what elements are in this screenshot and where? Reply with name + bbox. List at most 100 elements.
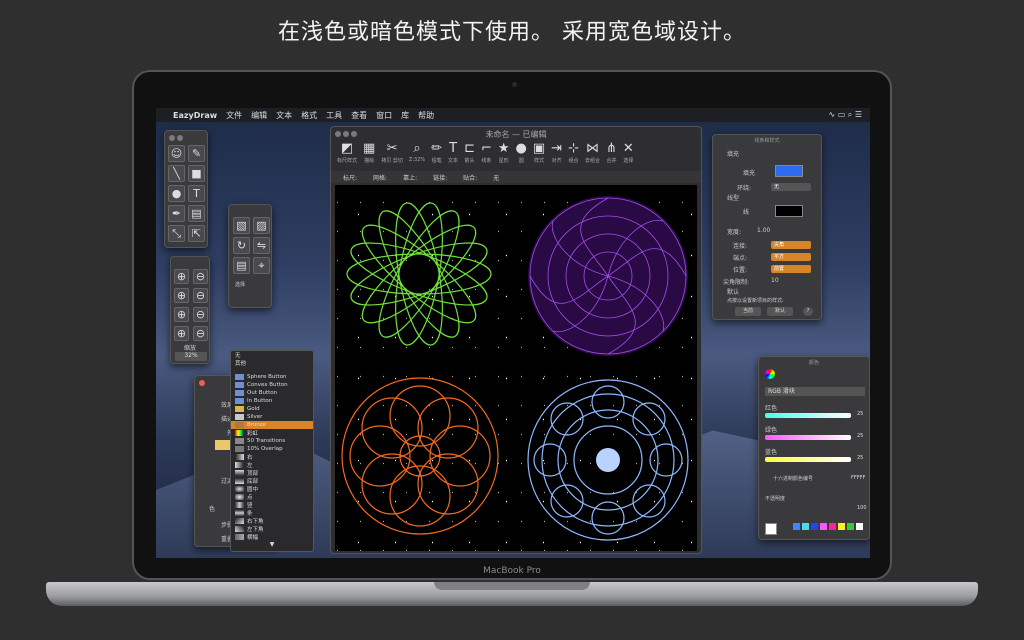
ruler-option[interactable]: 标尺: — [343, 173, 357, 182]
toolbar-button[interactable]: ★ 星形 — [498, 141, 510, 167]
toolbar-button[interactable]: ⋈ 去组合 — [585, 141, 600, 167]
help-button[interactable]: ? — [803, 307, 813, 316]
zoom-out-icon[interactable]: ⊖ — [193, 269, 208, 284]
opacity-value[interactable]: 100 — [857, 505, 867, 511]
menu-item[interactable]: 横幅 — [231, 533, 313, 541]
select-radio[interactable]: 选择 — [235, 281, 245, 288]
green-slider[interactable] — [765, 435, 851, 440]
menu-item[interactable]: 50 Transitions — [231, 437, 313, 445]
group-tool-icon[interactable]: ▧ — [233, 217, 250, 234]
close-icon[interactable] — [169, 135, 175, 141]
menu-item[interactable]: Out Button — [231, 389, 313, 397]
current-style-button[interactable]: 当前 — [735, 307, 761, 316]
menu-item[interactable]: 圆中 — [231, 485, 313, 493]
pencil-tool-icon[interactable]: ✎ — [188, 145, 205, 162]
menu-item-other[interactable]: 其他 — [231, 359, 313, 367]
zoom-fit-icon[interactable]: ⊕ — [174, 288, 189, 303]
drawing-canvas[interactable] — [335, 185, 697, 551]
line-tool-icon[interactable]: ╲ — [168, 165, 185, 182]
zoom-actual-icon[interactable]: ⊖ — [193, 307, 208, 322]
menu-item[interactable]: 右 — [231, 453, 313, 461]
balloon-tool-icon[interactable]: ☺ — [168, 145, 185, 162]
menu-item[interactable]: 顶部 — [231, 469, 313, 477]
toolbar-button[interactable]: ⊹ 组合 — [568, 141, 579, 167]
loop-select[interactable]: 无 — [771, 183, 811, 191]
cap-select[interactable]: 平方 — [771, 253, 811, 261]
swatch[interactable] — [793, 523, 800, 530]
zoom-in-icon[interactable]: ⊕ — [174, 269, 189, 284]
menu-item[interactable]: 竖 — [231, 501, 313, 509]
toolbar-button[interactable]: ⇥ 对齐 — [551, 141, 562, 167]
color-wheel-icon[interactable] — [765, 369, 775, 379]
rotate-tool-icon[interactable]: ↻ — [233, 237, 250, 254]
link-option[interactable]: 链接: — [433, 173, 447, 182]
fill-color-well[interactable] — [775, 165, 803, 177]
zoom-page-icon[interactable]: ⊖ — [193, 288, 208, 303]
toolbar-button[interactable]: ⋔ 合并 — [606, 141, 617, 167]
stroke-color-well[interactable] — [775, 205, 803, 217]
circle-tool-icon[interactable]: ● — [168, 185, 185, 202]
menu-item[interactable]: 点 — [231, 493, 313, 501]
toolbar-button[interactable]: ▦ 描绘 — [363, 141, 375, 167]
swatch[interactable] — [802, 523, 809, 530]
snap-option[interactable]: 贴合: — [463, 173, 477, 182]
zoom-out2-icon[interactable]: ⊖ — [193, 326, 208, 341]
zoom-select-icon[interactable]: ⊕ — [174, 307, 189, 322]
swatch[interactable] — [856, 523, 863, 530]
menu-item[interactable]: 左下角 — [231, 525, 313, 533]
green-value[interactable]: 25 — [857, 433, 863, 439]
menu-item[interactable]: In Button — [231, 397, 313, 405]
text-tool-icon[interactable]: T — [188, 185, 205, 202]
toolbar-button[interactable]: ⊏ 箭头 — [464, 141, 475, 167]
minimize-icon[interactable] — [177, 135, 183, 141]
color-mode-select[interactable]: RGB 滑块 — [765, 387, 865, 396]
toolbar-button[interactable]: ✕ 选择 — [623, 141, 634, 167]
width-value[interactable]: 1.00 — [757, 227, 770, 234]
toolbar-button[interactable]: ● 圆 — [516, 141, 527, 167]
menu-item[interactable]: Silver — [231, 413, 313, 421]
select-tool-icon[interactable]: ⇱ — [188, 225, 205, 242]
menu-item[interactable]: Sphere Button — [231, 373, 313, 381]
toolbar-button[interactable]: ✂ 拷贝 剪切 — [381, 141, 403, 167]
menu-item[interactable]: Convex Button — [231, 381, 313, 389]
miter-value[interactable]: 10 — [771, 277, 779, 284]
menu-format[interactable]: 格式 — [301, 110, 317, 121]
default-style-button[interactable]: 默认 — [767, 307, 793, 316]
red-slider[interactable] — [765, 413, 851, 418]
menu-item[interactable]: 底部 — [231, 477, 313, 485]
ungroup-tool-icon[interactable]: ▨ — [253, 217, 270, 234]
swatch[interactable] — [829, 523, 836, 530]
menu-item[interactable]: 彩虹 — [231, 429, 313, 437]
resize-tool-icon[interactable]: ⤡ — [168, 225, 185, 242]
top-option[interactable]: 靠上: — [403, 173, 417, 182]
menu-view[interactable]: 查看 — [351, 110, 367, 121]
blue-slider[interactable] — [765, 457, 851, 462]
toolbar-button[interactable]: ⌕ Z:32% — [409, 141, 425, 167]
position-select[interactable]: 前置 — [771, 265, 811, 273]
align-tool-icon[interactable]: ▤ — [233, 257, 250, 274]
toolbar-button[interactable]: ◩ 标尺样式 — [337, 141, 357, 167]
dropper-tool-icon[interactable]: ✒ — [168, 205, 185, 222]
menu-item[interactable]: Gold — [231, 405, 313, 413]
swatch[interactable] — [838, 523, 845, 530]
menu-text[interactable]: 文本 — [276, 110, 292, 121]
menu-item[interactable]: 左 — [231, 461, 313, 469]
toolbar-button[interactable]: T 文本 — [448, 141, 458, 167]
menu-item-selected[interactable]: Bronze — [231, 421, 313, 429]
swatch[interactable] — [847, 523, 854, 530]
menu-item[interactable]: 右下角 — [231, 517, 313, 525]
grid-option[interactable]: 网格: — [373, 173, 387, 182]
menu-file[interactable]: 文件 — [226, 110, 242, 121]
close-icon[interactable] — [199, 380, 205, 386]
menu-item[interactable]: 条 — [231, 509, 313, 517]
menu-scroll-down-icon[interactable]: ▼ — [231, 541, 313, 548]
menu-item[interactable]: 10% Overlap — [231, 445, 313, 453]
zoom-in2-icon[interactable]: ⊕ — [174, 326, 189, 341]
current-color-well[interactable] — [765, 523, 777, 535]
menu-app[interactable]: EazyDraw — [173, 111, 217, 120]
swatch[interactable] — [811, 523, 818, 530]
red-value[interactable]: 25 — [857, 411, 863, 417]
zoom-value[interactable]: 32% — [175, 352, 207, 361]
join-select[interactable]: 尖角 — [771, 241, 811, 249]
menu-item-none[interactable]: 无 — [231, 351, 313, 359]
